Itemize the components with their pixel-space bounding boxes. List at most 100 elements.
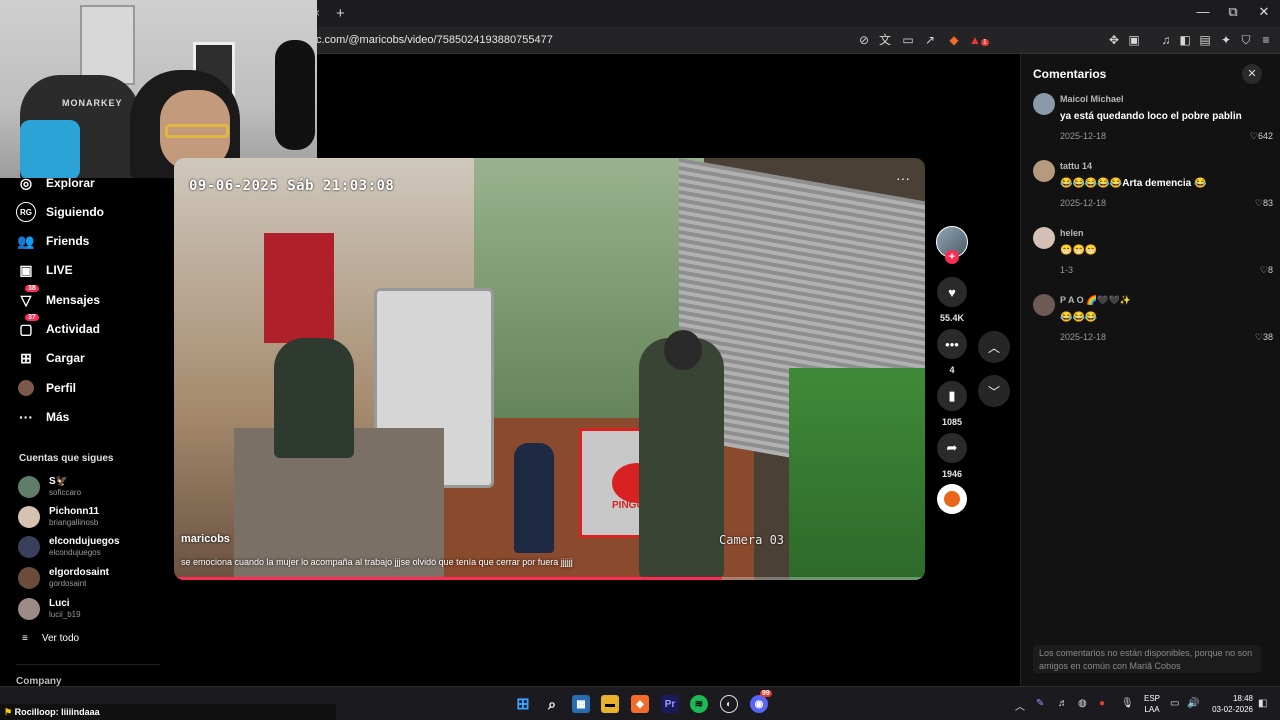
sound-button[interactable] [937, 484, 967, 514]
music-disc-icon [944, 491, 960, 507]
save-button[interactable]: ▮ [937, 381, 967, 411]
sidebar-item-explorar[interactable]: ◎ Explorar [16, 171, 166, 195]
comment-like[interactable]: ♡8 [1260, 265, 1273, 276]
friends-icon: 👥 [17, 232, 35, 249]
menu-icon[interactable]: ≡ [1258, 33, 1274, 48]
comment-author[interactable]: tattu 14 [1060, 161, 1092, 171]
webcam-overlay: MONARKEY [0, 0, 317, 178]
sidebar-item-label: LIVE [46, 263, 73, 277]
avatar[interactable] [1033, 294, 1055, 316]
music-icon[interactable]: ♫ [1158, 33, 1174, 48]
comment-button[interactable]: ••• [937, 329, 967, 359]
see-all-label: Ver todo [41, 633, 80, 644]
clock[interactable]: 18:48 03-02-2026 [1205, 693, 1253, 715]
comment-like[interactable]: ♡83 [1255, 198, 1273, 209]
steam-icon[interactable]: ◍ [1078, 698, 1087, 709]
heart-outline-icon: ♡ [1259, 265, 1268, 275]
language-indicator[interactable]: ESP LAA [1142, 693, 1162, 715]
file-explorer-icon[interactable]: ▬ [601, 695, 619, 713]
widgets-icon[interactable]: ▦ [572, 695, 590, 713]
extensions-icon[interactable]: ✥ [1106, 33, 1122, 48]
more-options-icon[interactable]: ··· [896, 170, 910, 186]
record-icon[interactable]: ● [1099, 698, 1105, 709]
close-comments-button[interactable]: ✕ [1242, 64, 1262, 84]
streamer-glasses [165, 124, 229, 138]
premiere-icon[interactable]: Pr [661, 695, 679, 713]
sidebar-toggle-icon[interactable]: ◧ [1177, 33, 1193, 48]
comment-text: ya está quedando loco el pobre pablin [1060, 111, 1242, 122]
close-window-button[interactable]: ✕ [1249, 4, 1279, 20]
see-all-link[interactable]: ≡ Ver todo [22, 633, 79, 644]
comment-like[interactable]: ♡642 [1250, 131, 1273, 142]
following-account[interactable]: elcondujuegos elcondujuegos [18, 534, 168, 562]
reader-icon[interactable]: ▭ [900, 33, 916, 48]
volume-icon[interactable]: 🔊 [1187, 698, 1199, 709]
account-name: elgordosaint [49, 567, 110, 578]
avatar[interactable] [1033, 227, 1055, 249]
video-author[interactable]: maricobs [181, 533, 230, 545]
translate-icon[interactable]: 文 [877, 33, 893, 48]
avatar[interactable] [1033, 93, 1055, 115]
sidebar-item-friends[interactable]: 👥 Friends [16, 229, 166, 253]
sidebar-item-label: Más [46, 410, 70, 424]
comment-like[interactable]: ♡38 [1255, 332, 1273, 343]
no-translate-icon[interactable]: ⊘ [856, 33, 872, 48]
sidebar-item-mensajes[interactable]: ▽ 38 Mensajes [16, 285, 166, 312]
account-username: briangallinosb [49, 518, 99, 527]
sidebar-item-actividad[interactable]: ▢ 37 Actividad [16, 314, 166, 341]
sidebar-item-label: Cargar [46, 351, 85, 365]
url-field[interactable]: c.com/@maricobs/video/758502419388075547… [316, 34, 553, 46]
comment-text: 😂😂😂😂😂Arta demencia 😂 [1060, 178, 1207, 189]
progress-fill [174, 577, 723, 580]
sidebar-item-siguiendo[interactable]: RG Siguiendo [16, 200, 166, 224]
video-player[interactable]: PINGUINO 09-06-2025 Sáb 21:03:08 Camera … [174, 158, 925, 580]
leo-ai-icon[interactable]: ✦ [1218, 33, 1234, 48]
wallet2-icon[interactable]: ▤ [1197, 33, 1213, 48]
comment-like-count: 83 [1262, 198, 1273, 208]
brave-browser-icon[interactable]: ◆ [631, 695, 649, 713]
sidebar-item-mas[interactable]: ··· Más [16, 405, 166, 429]
rewards-badge: 1 [980, 39, 989, 46]
following-account[interactable]: Luci lucii_b19 [18, 596, 168, 624]
follow-button[interactable]: + [945, 250, 959, 264]
rewards-icon[interactable]: ▲ 1 [969, 33, 989, 48]
new-tab-button[interactable]: + [336, 5, 345, 22]
comment-icon: ••• [945, 336, 959, 352]
network-icon[interactable]: ▭ [1170, 698, 1179, 709]
sidebar-item-perfil[interactable]: Perfil [16, 376, 166, 400]
tray-chevron-icon[interactable]: ︿ [1015, 698, 1025, 713]
obs-icon[interactable]: ◐ [720, 695, 738, 713]
comment-date: 2025-12-18 [1060, 198, 1107, 208]
microphone-icon[interactable]: 🎙 [1121, 698, 1134, 709]
spotify-icon[interactable]: ≋ [690, 695, 708, 713]
next-video-button[interactable]: ﹀ [978, 375, 1010, 407]
vpn-icon[interactable]: ⛉ [1238, 33, 1254, 48]
like-button[interactable]: ♥ [937, 277, 967, 307]
start-icon[interactable]: ⊞ [514, 695, 532, 713]
sidebar-item-cargar[interactable]: ⊞ Cargar [16, 346, 166, 370]
share-button[interactable]: ➦ [937, 433, 967, 463]
comment-author[interactable]: Maicol Michael [1060, 94, 1124, 104]
headset-icon[interactable]: ♬ [1058, 698, 1068, 709]
wallet-icon[interactable]: ▣ [1126, 33, 1142, 48]
pen-icon[interactable]: ✎ [1036, 698, 1044, 709]
notifications-icon[interactable]: ◧ [1258, 698, 1267, 709]
minimize-button[interactable]: — [1188, 4, 1218, 19]
account-name: Luci [49, 598, 70, 609]
comment-author[interactable]: P A O 🌈🖤🖤✨ [1060, 295, 1131, 306]
following-account[interactable]: Pichonn11 briangallinosb [18, 504, 168, 532]
comment-author[interactable]: helen [1060, 228, 1084, 238]
following-account[interactable]: S🦅 soficcaro [18, 474, 168, 502]
avatar[interactable] [1033, 160, 1055, 182]
camera-label: Camera 03 [719, 533, 785, 547]
comment-like-count: 8 [1267, 265, 1273, 275]
previous-video-button[interactable]: ︿ [978, 331, 1010, 363]
restore-button[interactable]: ⧉ [1218, 4, 1248, 20]
sidebar-item-label: Friends [46, 234, 90, 248]
following-account[interactable]: elgordosaint gordosaint [18, 565, 168, 593]
sidebar-item-live[interactable]: ▣ LIVE [16, 258, 166, 282]
share-icon[interactable]: ↗ [922, 33, 938, 48]
search-icon[interactable]: ⌕ [543, 695, 561, 713]
discord-icon[interactable]: ◉ 99 [750, 690, 772, 713]
brave-shield-icon[interactable]: ◆ [946, 33, 962, 48]
